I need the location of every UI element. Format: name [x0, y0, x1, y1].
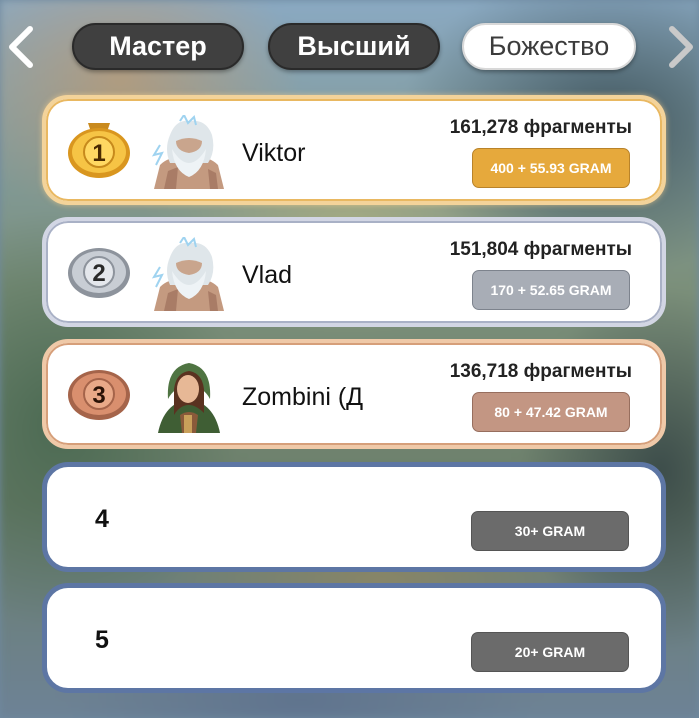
tab-master[interactable]: Мастер	[72, 23, 244, 70]
rank-number: 4	[95, 505, 109, 533]
rank-number: 5	[95, 626, 109, 654]
player-name: Vlad	[242, 261, 293, 289]
rank-number: 1	[92, 140, 105, 167]
fragments-count: 136,718 фрагменты	[449, 361, 632, 382]
tab-divine[interactable]: Божество	[462, 23, 636, 70]
bearded-warrior-avatar	[151, 115, 224, 189]
prize-badge: 400 + 55.93 GRAM	[472, 148, 630, 188]
next-league-button[interactable]	[662, 24, 699, 70]
fragments-count: 151,804 фрагменты	[449, 239, 632, 260]
hooded-archer-avatar	[158, 363, 220, 433]
gold-medal-icon: 1	[68, 123, 130, 178]
silver-medal-icon: 2	[68, 248, 130, 298]
bearded-warrior-avatar	[151, 237, 224, 311]
player-name: Viktor	[242, 139, 306, 167]
leaderboard-row-4[interactable]: 4 30+ GRAM	[42, 462, 666, 572]
league-tabs: Мастер Высший Божество	[0, 0, 699, 90]
prize-badge: 80 + 47.42 GRAM	[472, 392, 630, 432]
fragments-count: 161,278 фрагменты	[449, 117, 632, 138]
prev-league-button[interactable]	[0, 24, 40, 70]
prize-badge: 30+ GRAM	[471, 511, 629, 551]
prize-badge: 20+ GRAM	[471, 632, 629, 672]
leaderboard-row-1[interactable]: 1 Viktor 161,278 фрагменты 400 + 55.93 G…	[42, 95, 666, 205]
leaderboard-row-2[interactable]: 2 Vlad 151,804 фрагменты 170 + 52.65 GRA…	[42, 217, 666, 327]
rank-number: 2	[92, 260, 105, 287]
tab-higher[interactable]: Высший	[268, 23, 440, 70]
leaderboard-row-3[interactable]: 3 Zombini (Д 136,718 фрагменты 80 + 47.4…	[42, 339, 666, 449]
leaderboard-row-5[interactable]: 5 20+ GRAM	[42, 583, 666, 693]
rank-number: 3	[92, 382, 105, 409]
chevron-right-icon	[669, 26, 693, 68]
chevron-left-icon	[9, 26, 33, 68]
bronze-medal-icon: 3	[68, 370, 130, 420]
player-name: Zombini (Д	[242, 383, 364, 411]
prize-badge: 170 + 52.65 GRAM	[472, 270, 630, 310]
